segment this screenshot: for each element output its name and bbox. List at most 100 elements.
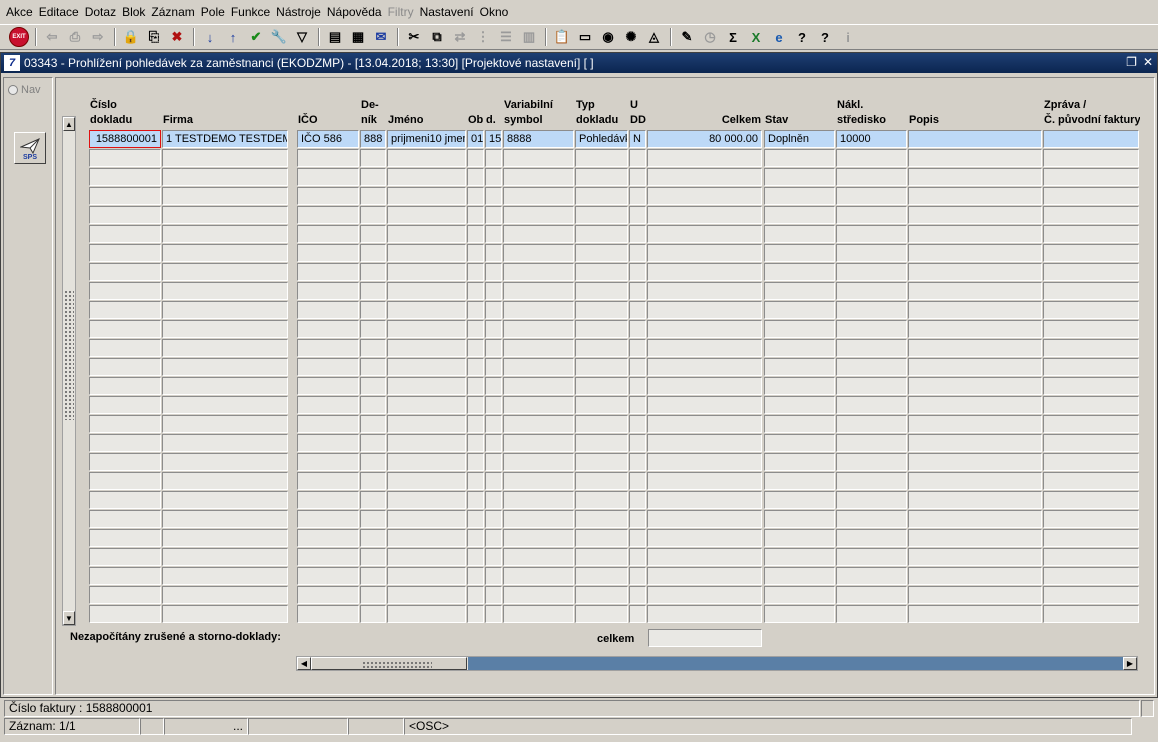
cell-firma[interactable] <box>162 358 288 376</box>
cell-stav[interactable] <box>764 339 835 357</box>
cell-nakl[interactable] <box>836 263 907 281</box>
cell-stav[interactable] <box>764 320 835 338</box>
cell-stav[interactable] <box>764 149 835 167</box>
cell-vs[interactable] <box>503 491 574 509</box>
table-row[interactable] <box>89 472 1139 491</box>
cell-zprava[interactable] <box>1043 301 1139 319</box>
cell-denik[interactable] <box>360 168 386 186</box>
cell-udd[interactable] <box>629 434 646 452</box>
cell-nakl[interactable] <box>836 453 907 471</box>
cell-celkem[interactable] <box>647 377 762 395</box>
cell-firma[interactable] <box>162 339 288 357</box>
cell-ob[interactable] <box>467 282 484 300</box>
cell-ico[interactable] <box>297 529 359 547</box>
cell-cislo[interactable] <box>89 282 161 300</box>
cell-popis[interactable] <box>908 434 1042 452</box>
table-row[interactable] <box>89 320 1139 339</box>
cell-cislo[interactable] <box>89 586 161 604</box>
table-row[interactable] <box>89 225 1139 244</box>
cell-ob[interactable] <box>467 244 484 262</box>
cell-cislo[interactable] <box>89 567 161 585</box>
cell-udd[interactable] <box>629 586 646 604</box>
cell-firma[interactable] <box>162 548 288 566</box>
cell-vs[interactable] <box>503 301 574 319</box>
scissors-icon[interactable]: ✂ <box>403 26 425 48</box>
cell-firma[interactable] <box>162 149 288 167</box>
cell-ico[interactable] <box>297 491 359 509</box>
cell-ob[interactable] <box>467 149 484 167</box>
cell-udd[interactable] <box>629 149 646 167</box>
cell-popis[interactable] <box>908 206 1042 224</box>
cell-d[interactable] <box>485 225 502 243</box>
cell-cislo[interactable] <box>89 377 161 395</box>
cell-nakl[interactable] <box>836 358 907 376</box>
cell-ob[interactable] <box>467 472 484 490</box>
cell-popis[interactable] <box>908 225 1042 243</box>
cell-popis[interactable] <box>908 548 1042 566</box>
cell-cislo[interactable] <box>89 244 161 262</box>
cell-cislo[interactable] <box>89 263 161 281</box>
cell-d[interactable] <box>485 263 502 281</box>
cell-udd[interactable]: N <box>629 130 646 148</box>
cell-zprava[interactable] <box>1043 491 1139 509</box>
cell-stav[interactable] <box>764 548 835 566</box>
cell-popis[interactable] <box>908 149 1042 167</box>
cell-d[interactable] <box>485 168 502 186</box>
cell-popis[interactable] <box>908 282 1042 300</box>
scroll-grip[interactable] <box>64 290 74 420</box>
cell-d[interactable] <box>485 396 502 414</box>
clone-icon[interactable]: ⧉ <box>426 26 448 48</box>
cell-ico[interactable] <box>297 434 359 452</box>
cell-celkem[interactable] <box>647 358 762 376</box>
menu-dotaz[interactable]: Dotaz <box>83 5 120 19</box>
cell-popis[interactable] <box>908 320 1042 338</box>
cell-jmeno[interactable] <box>387 434 466 452</box>
table-row[interactable] <box>89 396 1139 415</box>
cell-jmeno[interactable] <box>387 168 466 186</box>
cell-stav[interactable] <box>764 453 835 471</box>
cell-denik[interactable] <box>360 187 386 205</box>
cell-celkem[interactable] <box>647 567 762 585</box>
cell-jmeno[interactable] <box>387 301 466 319</box>
cell-d[interactable] <box>485 301 502 319</box>
cell-zprava[interactable] <box>1043 567 1139 585</box>
menu-okno[interactable]: Okno <box>478 5 513 19</box>
cell-firma[interactable] <box>162 263 288 281</box>
cell-zprava[interactable] <box>1043 130 1139 148</box>
cell-vs[interactable] <box>503 339 574 357</box>
notes-icon[interactable]: ✎ <box>676 26 698 48</box>
cell-typ[interactable] <box>575 377 628 395</box>
cell-ob[interactable] <box>467 377 484 395</box>
cell-popis[interactable] <box>908 377 1042 395</box>
cell-stav[interactable] <box>764 605 835 623</box>
cell-ob[interactable] <box>467 605 484 623</box>
cell-zprava[interactable] <box>1043 548 1139 566</box>
cell-stav[interactable] <box>764 206 835 224</box>
cell-udd[interactable] <box>629 510 646 528</box>
cell-ico[interactable] <box>297 605 359 623</box>
ie-icon[interactable]: e <box>768 26 790 48</box>
cell-jmeno[interactable] <box>387 510 466 528</box>
scroll-up-icon[interactable]: ▲ <box>63 117 75 131</box>
cell-jmeno[interactable] <box>387 320 466 338</box>
table-row[interactable] <box>89 263 1139 282</box>
cell-celkem[interactable] <box>647 263 762 281</box>
cell-denik[interactable] <box>360 377 386 395</box>
cell-vs[interactable] <box>503 263 574 281</box>
fax-icon[interactable]: ▦ <box>347 26 369 48</box>
cell-d[interactable] <box>485 491 502 509</box>
cell-typ[interactable] <box>575 225 628 243</box>
cell-stav[interactable] <box>764 510 835 528</box>
cell-zprava[interactable] <box>1043 358 1139 376</box>
cell-ico[interactable] <box>297 206 359 224</box>
cell-denik[interactable] <box>360 586 386 604</box>
cell-popis[interactable] <box>908 415 1042 433</box>
cell-zprava[interactable] <box>1043 510 1139 528</box>
table-row[interactable] <box>89 510 1139 529</box>
cell-jmeno[interactable] <box>387 225 466 243</box>
filter-icon[interactable]: ▽ <box>291 26 313 48</box>
clock-icon[interactable]: ◷ <box>699 26 721 48</box>
cell-udd[interactable] <box>629 358 646 376</box>
cell-ob[interactable] <box>467 510 484 528</box>
cell-ico[interactable] <box>297 282 359 300</box>
